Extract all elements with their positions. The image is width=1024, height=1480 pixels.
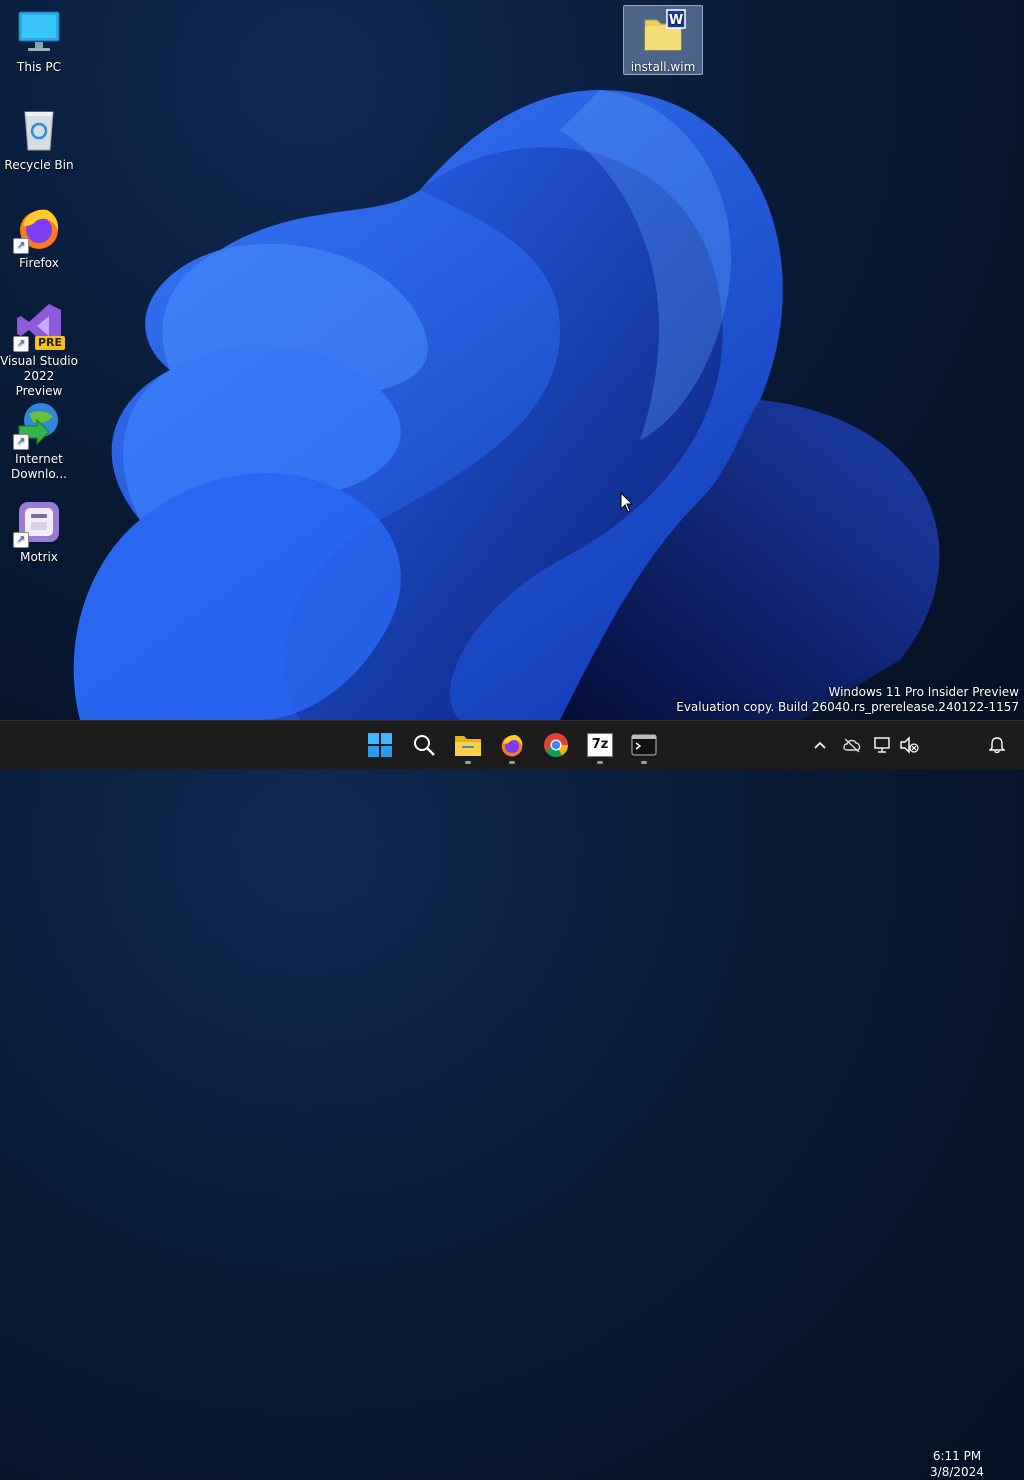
visual-studio-icon: PRE ↗	[13, 302, 65, 352]
chevron-up-icon	[814, 741, 826, 749]
desktop-icon-label: Visual Studio 2022 Preview	[0, 354, 78, 398]
start-button[interactable]	[360, 725, 400, 765]
running-indicator	[465, 761, 471, 764]
notifications-button[interactable]	[983, 731, 1011, 759]
file-explorer-icon	[455, 736, 481, 756]
recycle-bin-icon	[15, 106, 63, 154]
desktop-icon-visual-studio[interactable]: PRE ↗ Visual Studio 2022 Preview	[0, 302, 78, 399]
search-button[interactable]	[404, 725, 444, 765]
desktop-icon-label: Motrix	[20, 550, 58, 564]
firefox-icon	[501, 735, 523, 757]
onedrive-offline-icon	[843, 738, 861, 753]
windows-start-icon	[368, 733, 392, 757]
watermark-edition: Windows 11 Pro Insider Preview	[828, 685, 1019, 699]
chrome-taskbar-button[interactable]	[536, 725, 576, 765]
desktop-icon-label: Recycle Bin	[4, 158, 74, 172]
computer-monitor-icon	[15, 8, 63, 56]
volume-button[interactable]	[895, 731, 923, 759]
firefox-taskbar-button[interactable]	[492, 725, 532, 765]
running-indicator	[597, 761, 603, 764]
desktop-icon-recycle-bin[interactable]: Recycle Bin	[0, 106, 78, 173]
file-explorer-button[interactable]	[448, 725, 488, 765]
shortcut-arrow-icon: ↗	[13, 336, 29, 352]
shortcut-arrow-icon: ↗	[13, 434, 29, 450]
clock-date: 3/8/2024	[930, 1465, 984, 1479]
desktop-icon-motrix[interactable]: ↗ Motrix	[0, 498, 78, 565]
running-indicator	[509, 761, 515, 764]
desktop-icon-label: This PC	[17, 60, 61, 74]
wim-archive-icon: W	[639, 8, 687, 56]
7zip-icon: 7z	[587, 733, 613, 757]
desktop-icon-install-wim[interactable]: W install.wim	[623, 5, 703, 75]
watermark-build: Evaluation copy. Build 26040.rs_prerelea…	[676, 700, 1019, 714]
taskbar: 7z 6:11 PM 3/8/2024	[0, 720, 1024, 1479]
desktop-icon-firefox[interactable]: ↗ Firefox	[0, 204, 78, 271]
clock-time: 6:11 PM	[932, 1449, 982, 1463]
svg-text:W: W	[669, 13, 683, 28]
motrix-icon: ↗	[13, 498, 63, 548]
shortcut-arrow-icon: ↗	[13, 532, 29, 548]
firefox-icon: ↗	[13, 204, 63, 254]
network-icon	[874, 737, 890, 753]
bell-icon	[989, 737, 1005, 754]
shortcut-arrow-icon: ↗	[13, 238, 29, 254]
clock[interactable]: 6:11 PM 3/8/2024	[926, 1448, 988, 1480]
show-hidden-icons-button[interactable]	[806, 731, 834, 759]
desktop-icon-label: Firefox	[19, 256, 59, 270]
desktop-icon-internet-download-manager[interactable]: ↗ Internet Downlo...	[0, 400, 78, 482]
7zip-taskbar-button[interactable]: 7z	[580, 725, 620, 765]
onedrive-button[interactable]	[838, 731, 866, 759]
desktop-icon-label: Internet Downlo...	[11, 452, 67, 481]
network-button[interactable]	[869, 731, 897, 759]
desktop-icon-label: install.wim	[630, 60, 696, 74]
preview-badge: PRE	[34, 336, 65, 350]
7zip-label: 7z	[591, 737, 609, 752]
search-icon	[414, 735, 435, 756]
globe-download-icon: ↗	[13, 400, 63, 450]
mouse-cursor-icon	[620, 492, 634, 513]
evaluation-watermark: Windows 11 Pro Insider Preview Evaluatio…	[676, 685, 1019, 715]
chrome-icon	[544, 733, 568, 758]
wallpaper-bloom	[73, 90, 940, 720]
desktop-icon-this-pc[interactable]: This PC	[0, 8, 78, 75]
terminal-icon	[631, 734, 657, 756]
running-indicator	[641, 761, 647, 764]
volume-muted-icon	[900, 736, 919, 754]
terminal-taskbar-button[interactable]	[624, 725, 664, 765]
